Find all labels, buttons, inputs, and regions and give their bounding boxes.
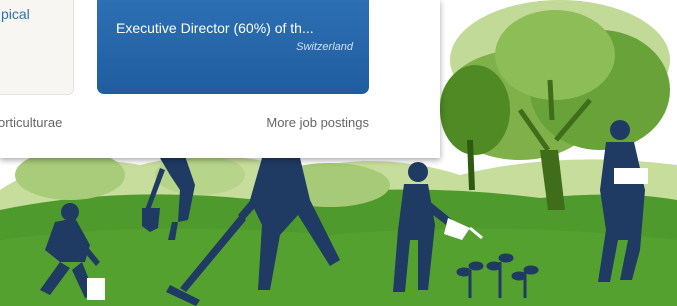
pot-icon xyxy=(87,278,105,300)
job-card-partial[interactable]: pical xyxy=(0,0,74,95)
job-location: Switzerland xyxy=(296,41,353,53)
job-postings-panel: pical Executive Director (60%) of th... … xyxy=(0,0,440,158)
tray-icon xyxy=(614,168,648,184)
job-card-partial-text: pical xyxy=(1,6,30,22)
organization-caption: orticulturae xyxy=(0,115,63,130)
more-job-postings-link[interactable]: More job postings xyxy=(266,115,369,130)
job-card-featured[interactable]: Executive Director (60%) of th... Switze… xyxy=(97,0,369,94)
job-title[interactable]: Executive Director (60%) of th... xyxy=(116,20,314,36)
